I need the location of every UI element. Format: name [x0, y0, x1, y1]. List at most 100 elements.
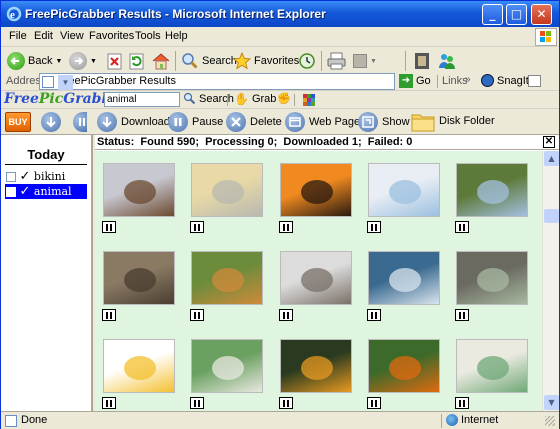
back-dropdown-icon[interactable]: ▼: [55, 58, 62, 65]
back-button[interactable]: Back ▼: [7, 50, 62, 72]
thumbnail-pause-button[interactable]: [279, 309, 293, 321]
thumbnail-cell[interactable]: [363, 327, 443, 409]
thumbnail-image-mountain-lake[interactable]: [456, 163, 528, 217]
thumbnail-cell[interactable]: [451, 327, 531, 409]
address-input[interactable]: FreePicGrabber Results ▼: [39, 73, 395, 90]
thumbnail-image-tiger-butterfly[interactable]: [280, 339, 352, 393]
web-page-button[interactable]: Web Page: [285, 112, 360, 132]
thumbnail-cell[interactable]: [275, 327, 355, 409]
menu-favorites[interactable]: Favorites: [89, 30, 134, 42]
forward-button[interactable]: ▼: [69, 50, 97, 72]
close-status-icon[interactable]: ✕: [543, 136, 555, 148]
grab-extra-icon[interactable]: ✊: [277, 92, 291, 105]
thumbnail-cell[interactable]: [186, 151, 266, 233]
thumbnail-cell[interactable]: [275, 239, 355, 321]
buy-button[interactable]: BUY: [5, 112, 31, 132]
scroll-down-icon[interactable]: ▼: [544, 395, 559, 410]
delete-button[interactable]: Delete: [226, 112, 282, 132]
thumbnail-pause-button[interactable]: [102, 221, 116, 233]
minimize-button[interactable]: _: [482, 4, 503, 25]
thumbnail-image-zoo-enclosure[interactable]: [456, 251, 528, 305]
stop-button[interactable]: [107, 50, 123, 72]
thumbnail-cell[interactable]: [98, 327, 178, 409]
snagit-button[interactable]: SnagIt: [481, 74, 529, 87]
scroll-up-icon[interactable]: ▲: [544, 151, 559, 166]
thumbnail-pause-button[interactable]: [367, 397, 381, 409]
vertical-scrollbar[interactable]: ▲ ▼: [542, 151, 559, 411]
thumbnail-image-mountain-river[interactable]: [368, 251, 440, 305]
disk-folder-button[interactable]: Disk Folder: [411, 110, 495, 132]
history-item-checkbox[interactable]: [6, 172, 16, 182]
grid-view-icon[interactable]: [303, 94, 315, 106]
thumbnail-image-zoo-map[interactable]: [191, 339, 263, 393]
thumbnail-image-horses-in-snow[interactable]: [103, 163, 175, 217]
go-button[interactable]: ➜ Go: [399, 74, 431, 88]
edit-button[interactable]: ▼: [353, 50, 377, 72]
thumbnail-pause-button[interactable]: [190, 309, 204, 321]
search-button[interactable]: Search: [181, 50, 237, 72]
messenger-button[interactable]: [437, 50, 457, 72]
fpg-search-input[interactable]: [104, 92, 180, 107]
forward-dropdown-icon[interactable]: ▼: [90, 58, 97, 65]
thumbnail-pause-button[interactable]: [190, 221, 204, 233]
thumbnail-cell[interactable]: [186, 239, 266, 321]
thumbnail-cell[interactable]: [186, 327, 266, 409]
menu-help[interactable]: Help: [165, 30, 188, 42]
thumbnail-image-park-map[interactable]: [456, 339, 528, 393]
thumbnail-cell[interactable]: [451, 239, 531, 321]
refresh-button[interactable]: [129, 50, 145, 72]
address-dropdown-icon[interactable]: ▼: [58, 75, 73, 90]
thumbnail-pause-button[interactable]: [367, 309, 381, 321]
thumbnail-image-tabby-kitten[interactable]: [103, 251, 175, 305]
thumbnail-subject-shape: [389, 356, 421, 380]
thumbnail-image-kitten-and-ducklings[interactable]: [191, 163, 263, 217]
thumbnail-image-sunset-palm[interactable]: [280, 163, 352, 217]
favorites-button[interactable]: Favorites: [233, 50, 299, 72]
media-button[interactable]: [413, 50, 431, 72]
maximize-button[interactable]: □: [506, 4, 527, 25]
snagit-capture-icon[interactable]: [528, 75, 541, 87]
thumbnail-pause-button[interactable]: [455, 221, 469, 233]
download-button[interactable]: Download: [97, 112, 170, 132]
thumbnail-pause-button[interactable]: [455, 397, 469, 409]
resize-grip-icon[interactable]: [545, 416, 555, 426]
thumbnail-image-tiger-cubs[interactable]: [191, 251, 263, 305]
thumbnail-pause-button[interactable]: [190, 397, 204, 409]
thumbnail-pause-button[interactable]: [102, 309, 116, 321]
thumbnail-pause-button[interactable]: [102, 397, 116, 409]
thumbnail-pause-button[interactable]: [279, 221, 293, 233]
print-button[interactable]: [326, 50, 348, 72]
links-chevron-icon[interactable]: »: [465, 74, 471, 85]
title-bar[interactable]: e FreePicGrabber Results - Microsoft Int…: [1, 1, 559, 27]
thumbnail-pause-button[interactable]: [279, 397, 293, 409]
thumbnail-cell[interactable]: [363, 239, 443, 321]
close-button[interactable]: ✕: [531, 4, 552, 25]
thumbnail-image-cartoon-bunny-lion[interactable]: [103, 339, 175, 393]
thumbnail-image-wolf-in-snow[interactable]: [280, 251, 352, 305]
thumbnail-pause-button[interactable]: [455, 309, 469, 321]
pause-button[interactable]: Pause: [168, 112, 223, 132]
download-arrow-icon[interactable]: [41, 112, 61, 132]
thumbnail-image-monarch-butterfly[interactable]: [368, 339, 440, 393]
thumbnail-cell[interactable]: [363, 151, 443, 233]
thumbnail-cell[interactable]: [98, 151, 178, 233]
menu-view[interactable]: View: [60, 30, 84, 42]
links-label[interactable]: Links: [442, 75, 468, 87]
thumbnail-image-polar-bear[interactable]: [368, 163, 440, 217]
history-item-animal[interactable]: ✓ animal: [5, 184, 87, 199]
scroll-thumb[interactable]: [544, 209, 559, 223]
pause-partial-icon[interactable]: [73, 112, 87, 132]
menu-tools[interactable]: Tools: [135, 30, 161, 42]
history-item-checkbox[interactable]: [6, 187, 16, 197]
home-button[interactable]: [151, 50, 171, 72]
thumbnail-cell[interactable]: [98, 239, 178, 321]
thumbnail-pause-button[interactable]: [367, 221, 381, 233]
thumbnail-cell[interactable]: [275, 151, 355, 233]
history-item-bikini[interactable]: ✓ bikini: [5, 169, 87, 184]
menu-edit[interactable]: Edit: [34, 30, 53, 42]
grab-button[interactable]: ✋ Grab: [234, 92, 276, 106]
show-button[interactable]: Show: [358, 112, 410, 132]
menu-file[interactable]: File: [9, 30, 27, 42]
history-button[interactable]: [297, 50, 317, 72]
thumbnail-cell[interactable]: [451, 151, 531, 233]
